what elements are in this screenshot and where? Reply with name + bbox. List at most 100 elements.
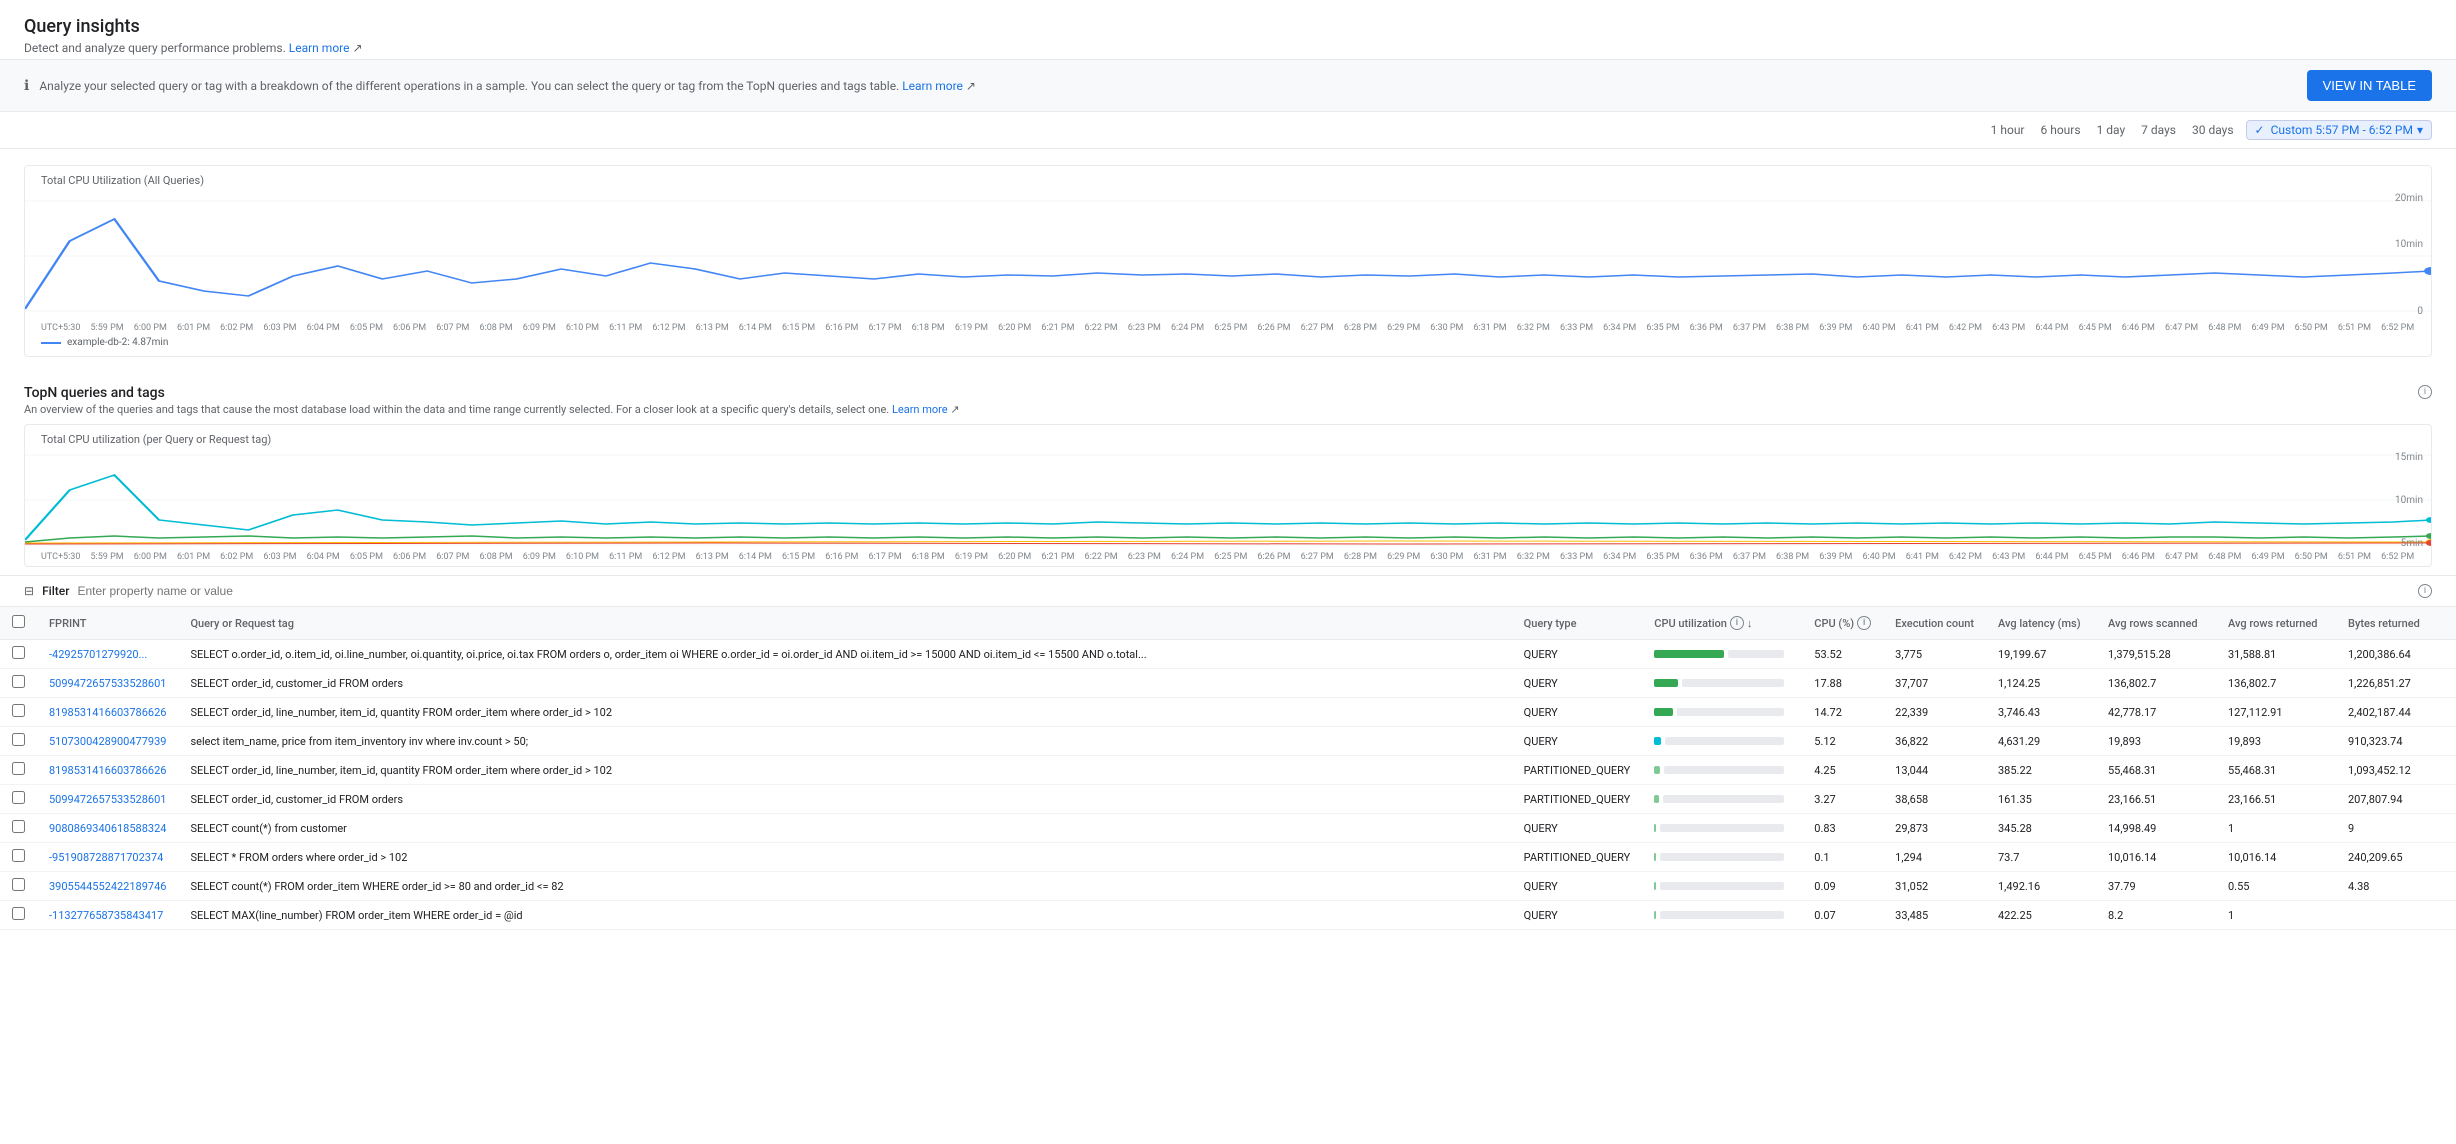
row-exec: 37,707 [1883,669,1986,698]
row-fprint: -951908728871702374 [37,843,178,872]
row-checkbox[interactable] [12,820,25,833]
fprint-link[interactable]: 5099472657533528601 [49,677,166,690]
row-exec: 3,775 [1883,640,1986,669]
row-latency: 161.35 [1986,785,2096,814]
row-check[interactable] [0,756,37,785]
row-type: QUERY [1512,872,1643,901]
row-fprint: 3905544552422189746 [37,872,178,901]
row-checkbox[interactable] [12,733,25,746]
fprint-link[interactable]: -951908728871702374 [49,851,163,864]
topn-chart-x-labels: UTC+5:30 5:59 PM 6:00 PM 6:01 PM 6:02 PM… [25,550,2431,562]
filter-input[interactable] [77,584,2410,598]
row-cpu-pct: 3.27 [1802,785,1883,814]
row-check[interactable] [0,640,37,669]
row-checkbox[interactable] [12,878,25,891]
learn-more-link-1[interactable]: Learn more [289,41,350,55]
row-cpu-pct: 0.1 [1802,843,1883,872]
row-check[interactable] [0,872,37,901]
row-checkbox[interactable] [12,675,25,688]
select-all-checkbox[interactable] [12,615,25,628]
topn-cpu-chart-title: Total CPU utilization (per Query or Requ… [25,433,2431,450]
col-header-query: Query or Request tag [178,607,1511,640]
table-row: -113277658735843417 SELECT MAX(line_numb… [0,901,2456,930]
topn-cpu-chart: Total CPU utilization (per Query or Requ… [24,424,2432,567]
time-6hours[interactable]: 6 hours [2037,121,2085,139]
page-subtitle: Detect and analyze query performance pro… [24,41,2432,55]
row-rows-scan: 136,802.7 [2096,669,2216,698]
row-rows-scan: 14,998.49 [2096,814,2216,843]
fprint-link[interactable]: 8198531416603786626 [49,764,166,777]
row-check[interactable] [0,785,37,814]
row-check[interactable] [0,727,37,756]
row-rows-ret: 10,016.14 [2216,843,2336,872]
queries-table-container: FPRINT Query or Request tag Query type C… [0,607,2456,930]
chart-y-label-20min: 20min [2395,193,2423,204]
cpu-util-sort-icon[interactable]: ↓ [1747,617,1753,630]
col-header-latency: Avg latency (ms) [1986,607,2096,640]
topn-info-icon[interactable]: i [2418,385,2432,399]
row-query: SELECT count(*) FROM order_item WHERE or… [178,872,1511,901]
view-in-table-button[interactable]: VIEW IN TABLE [2307,70,2432,101]
filter-icon: ⊟ [24,584,34,598]
row-query: SELECT order_id, customer_id FROM orders [178,785,1511,814]
row-check[interactable] [0,843,37,872]
chart-y-label-10min: 10min [2395,239,2423,250]
row-cpu-pct: 0.09 [1802,872,1883,901]
col-header-cpu-util[interactable]: CPU utilization i ↓ [1642,607,1802,640]
fprint-link[interactable]: -42925701279920... [49,648,147,661]
time-1day[interactable]: 1 day [2093,121,2130,139]
cpu-pct-info-icon[interactable]: i [1857,616,1871,630]
row-check[interactable] [0,669,37,698]
filter-bar: ⊟ Filter i [0,575,2456,607]
time-1hour[interactable]: 1 hour [1987,121,2029,139]
cpu-chart-x-labels: UTC+5:30 5:59 PM 6:00 PM 6:01 PM 6:02 PM… [25,321,2431,333]
row-checkbox[interactable] [12,791,25,804]
info-banner-text: Analyze your selected query or tag with … [39,79,2296,93]
row-checkbox[interactable] [12,646,25,659]
topn-learn-more[interactable]: Learn more [892,403,948,416]
row-rows-scan: 1,379,515.28 [2096,640,2216,669]
row-cpu-util [1642,785,1802,814]
row-bytes: 4.38 [2336,872,2456,901]
row-rows-scan: 37.79 [2096,872,2216,901]
row-cpu-pct: 4.25 [1802,756,1883,785]
row-cpu-util [1642,756,1802,785]
row-checkbox[interactable] [12,907,25,920]
row-checkbox[interactable] [12,704,25,717]
row-exec: 13,044 [1883,756,1986,785]
row-checkbox[interactable] [12,762,25,775]
fprint-link[interactable]: 3905544552422189746 [49,880,166,893]
cpu-util-info-icon[interactable]: i [1730,616,1744,630]
row-fprint: 8198531416603786626 [37,756,178,785]
fprint-link[interactable]: 9080869340618588324 [49,822,166,835]
row-latency: 385.22 [1986,756,2096,785]
row-fprint: -113277658735843417 [37,901,178,930]
row-fprint: -42925701279920... [37,640,178,669]
cpu-chart-title: Total CPU Utilization (All Queries) [25,174,2431,191]
row-cpu-util [1642,843,1802,872]
fprint-link[interactable]: 5107300428900477939 [49,735,166,748]
filter-info-icon[interactable]: i [2418,584,2432,598]
fprint-link[interactable]: -113277658735843417 [49,909,163,922]
fprint-link[interactable]: 8198531416603786626 [49,706,166,719]
row-rows-scan: 42,778.17 [2096,698,2216,727]
time-7days[interactable]: 7 days [2137,121,2180,139]
time-custom[interactable]: ✓ Custom 5:57 PM - 6:52 PM ▾ [2246,120,2432,140]
row-check[interactable] [0,901,37,930]
page-title: Query insights [24,16,2432,37]
time-30days[interactable]: 30 days [2188,121,2238,139]
info-banner-learn-more[interactable]: Learn more [902,79,963,93]
row-type: QUERY [1512,640,1643,669]
row-cpu-util [1642,872,1802,901]
row-check[interactable] [0,698,37,727]
fprint-link[interactable]: 5099472657533528601 [49,793,166,806]
row-checkbox[interactable] [12,849,25,862]
row-cpu-pct: 5.12 [1802,727,1883,756]
row-cpu-pct: 17.88 [1802,669,1883,698]
row-bytes: 9 [2336,814,2456,843]
topn-desc: An overview of the queries and tags that… [24,403,960,416]
col-header-rows-ret: Avg rows returned [2216,607,2336,640]
row-fprint: 8198531416603786626 [37,698,178,727]
row-check[interactable] [0,814,37,843]
topn-section: TopN queries and tags An overview of the… [0,373,2456,567]
